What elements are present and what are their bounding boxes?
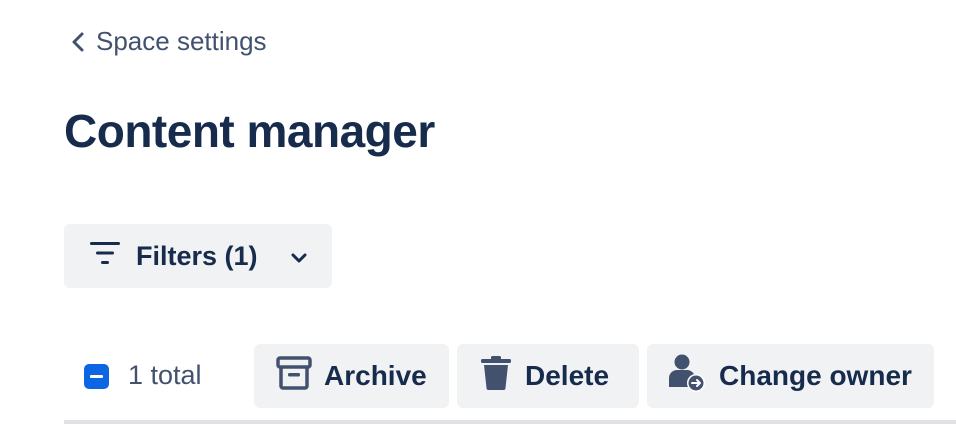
content-manager-page: Space settings Content manager Filters (… [0,0,956,426]
delete-button[interactable]: Delete [457,344,639,408]
archive-button[interactable]: Archive [254,344,449,408]
filters-button[interactable]: Filters (1) [64,224,332,288]
change-owner-icon [667,353,707,400]
change-owner-button[interactable]: Change owner [647,344,934,408]
archive-label: Archive [324,360,427,391]
total-count: 1 total [128,360,202,390]
breadcrumb-back-link[interactable]: Space settings [70,26,267,57]
delete-label: Delete [525,360,610,391]
filters-label: Filters (1) [136,240,258,271]
indeterminate-icon [90,375,103,378]
select-all-checkbox[interactable] [84,364,109,389]
table-header-divider [64,420,956,424]
trash-icon [479,355,513,398]
chevron-left-icon [70,30,86,54]
change-owner-label: Change owner [719,360,912,391]
filter-icon [88,239,122,274]
bulk-actions-toolbar: 1 total Archive Delete Change owner [64,344,956,408]
breadcrumb-label: Space settings [96,26,267,56]
page-title: Content manager [64,105,435,157]
chevron-down-icon [290,241,308,272]
archive-icon [276,355,312,398]
